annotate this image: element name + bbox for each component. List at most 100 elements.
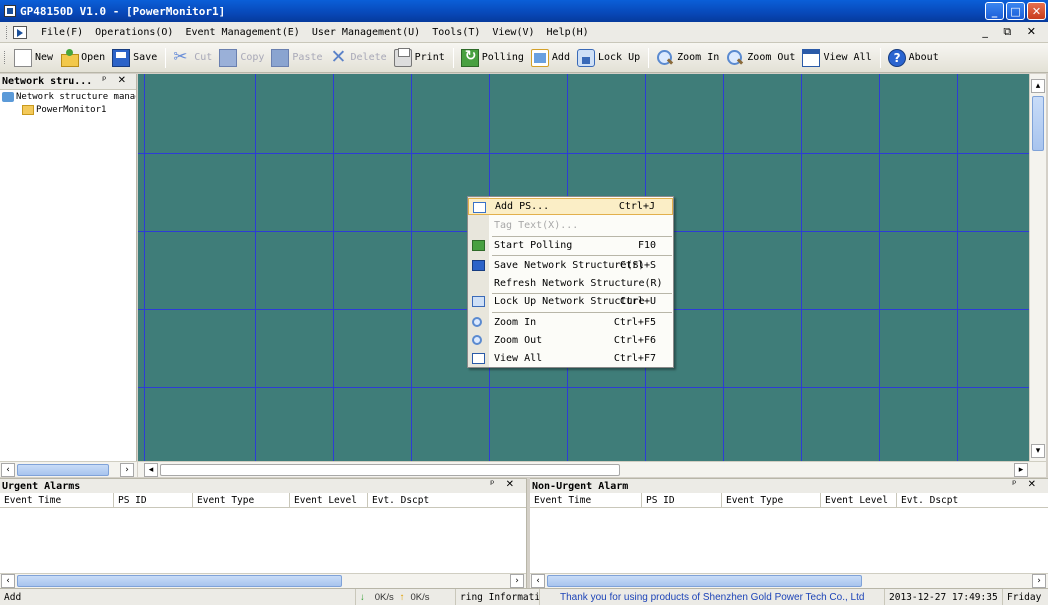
scroll-left-icon[interactable]: ‹ [531,574,545,588]
about-label: About [908,52,939,63]
new-icon [14,48,32,67]
window-title: GP48150D V1.0 - [PowerMonitor1] [20,4,226,18]
column-evt-dscpt[interactable]: Evt. Dscpt [897,493,1047,507]
menu-event-management[interactable]: Event Management(E) [179,27,305,38]
document-icon[interactable] [13,25,27,39]
zoom-out-button[interactable]: Zoom Out [723,46,798,70]
column-event-type[interactable]: Event Type [722,493,821,507]
toolbar-grip[interactable] [4,51,7,64]
delete-button[interactable]: Delete [327,46,390,70]
status-info: ring Information. [455,589,539,605]
urgent-alarms-scrollbar[interactable]: ‹ › [0,573,526,588]
menu-separator [492,255,672,256]
save-label: Save [133,52,158,63]
save-button[interactable]: Save [109,46,160,70]
toolbar: New Open Save Cut Copy Paste Delete Prin… [0,43,1048,73]
zoom-in-button[interactable]: Zoom In [653,46,722,70]
delete-icon [330,46,348,68]
menu-view[interactable]: View(V) [486,27,540,38]
cut-button[interactable]: Cut [170,46,215,70]
scroll-left-icon[interactable]: ‹ [1,574,15,588]
zoom-in-label: Zoom In [677,52,720,63]
column-ps-id[interactable]: PS ID [114,493,193,507]
lock-up-button[interactable]: Lock Up [574,46,643,70]
menu-tools[interactable]: Tools(T) [426,27,486,38]
app-icon[interactable] [4,5,16,17]
network-structure-pane: Network stru... ᵖ ✕ Network structure ma… [0,74,137,477]
menu-item-label: Start Polling [494,240,573,251]
view-all-icon [472,353,485,364]
maximize-button[interactable]: □ [1006,2,1025,20]
menu-user-management[interactable]: User Management(U) [306,27,426,38]
scroll-thumb[interactable] [17,464,109,476]
tree-root-node[interactable]: Network structure manag [0,90,136,103]
scroll-left-icon[interactable]: ‹ [1,463,15,477]
print-icon [393,47,412,67]
paste-label: Paste [292,52,323,63]
menu-item-view-all[interactable]: View All Ctrl+F7 [468,350,673,367]
menu-item-tag-text[interactable]: Tag Text(X)... [468,217,673,234]
canvas-horizontal-scrollbar[interactable]: ◂ ▸ [138,461,1046,477]
column-event-level[interactable]: Event Level [821,493,897,507]
column-ps-id[interactable]: PS ID [642,493,722,507]
zoom-out-label: Zoom Out [747,52,796,63]
menu-item-shortcut: Ctrl+S [619,260,656,271]
scroll-thumb[interactable] [1032,96,1044,151]
canvas-vertical-scrollbar[interactable]: ▴ ▾ [1029,74,1046,461]
scroll-thumb[interactable] [547,575,862,587]
menu-item-zoom-out[interactable]: Zoom Out Ctrl+F6 [468,332,673,349]
menu-help[interactable]: Help(H) [541,27,595,38]
menu-item-label: Zoom Out [494,335,543,346]
pane-horizontal-scrollbar[interactable]: ‹ › [0,461,137,477]
polling-icon [460,48,479,67]
about-button[interactable]: About [885,46,942,70]
menu-item-save-network-structure[interactable]: Save Network Structure(S) Ctrl+S [468,257,673,274]
scroll-down-icon[interactable]: ▾ [1031,444,1045,458]
pane-controls[interactable]: ᵖ ✕ [1012,479,1040,490]
toolbar-separator [648,47,650,68]
scroll-right-icon[interactable]: ▸ [1014,463,1028,477]
zoom-in-icon [472,317,482,327]
menu-item-refresh-network-structure[interactable]: Refresh Network Structure(R) [468,275,673,292]
new-label: New [35,52,54,63]
paste-button[interactable]: Paste [268,46,325,70]
minimize-button[interactable]: _ [985,2,1004,20]
menu-operations[interactable]: Operations(O) [89,27,179,38]
non-urgent-alarm-scrollbar[interactable]: ‹ › [530,573,1048,588]
pane-controls[interactable]: ᵖ ✕ [102,75,130,86]
scroll-right-icon[interactable]: › [1032,574,1046,588]
menu-file[interactable]: File(F) [35,27,89,38]
copy-button[interactable]: Copy [216,46,267,70]
menu-grip[interactable] [6,25,9,39]
menu-item-add-ps[interactable]: Add PS... Ctrl+J [468,198,673,215]
close-button[interactable]: ✕ [1027,2,1046,20]
column-event-type[interactable]: Event Type [193,493,290,507]
scroll-right-icon[interactable]: › [120,463,134,477]
scroll-thumb[interactable] [17,575,342,587]
scroll-right-icon[interactable]: › [510,574,524,588]
column-evt-dscpt[interactable]: Evt. Dscpt [368,493,518,507]
scroll-up-icon[interactable]: ▴ [1031,79,1045,93]
column-event-time[interactable]: Event Time [530,493,642,507]
print-label: Print [414,52,445,63]
non-urgent-alarm-pane: Non-Urgent Alarm ᵖ ✕ Event Time PS ID Ev… [530,478,1048,588]
mdi-controls[interactable]: _ ⧉ ✕ [982,25,1042,39]
column-event-time[interactable]: Event Time [0,493,114,507]
menu-item-shortcut: Ctrl+U [619,296,656,307]
polling-button[interactable]: Polling [458,46,527,70]
pane-controls[interactable]: ᵖ ✕ [490,479,518,490]
view-all-button[interactable]: View All [799,46,874,70]
menu-item-lock-up-network-structure[interactable]: Lock Up Network Structure Ctrl+U [468,293,673,310]
add-button[interactable]: Add [528,46,573,70]
menu-item-start-polling[interactable]: Start Polling F10 [468,237,673,254]
zoom-out-icon [726,49,744,67]
menu-item-zoom-in[interactable]: Zoom In Ctrl+F5 [468,314,673,331]
open-button[interactable]: Open [57,46,108,70]
print-button[interactable]: Print [391,46,448,70]
new-button[interactable]: New [11,46,56,70]
scroll-thumb[interactable] [160,464,620,476]
tree-child-node[interactable]: PowerMonitor1 [0,103,136,116]
column-event-level[interactable]: Event Level [290,493,368,507]
scroll-left-icon[interactable]: ◂ [144,463,158,477]
menu-item-label: View All [494,353,543,364]
